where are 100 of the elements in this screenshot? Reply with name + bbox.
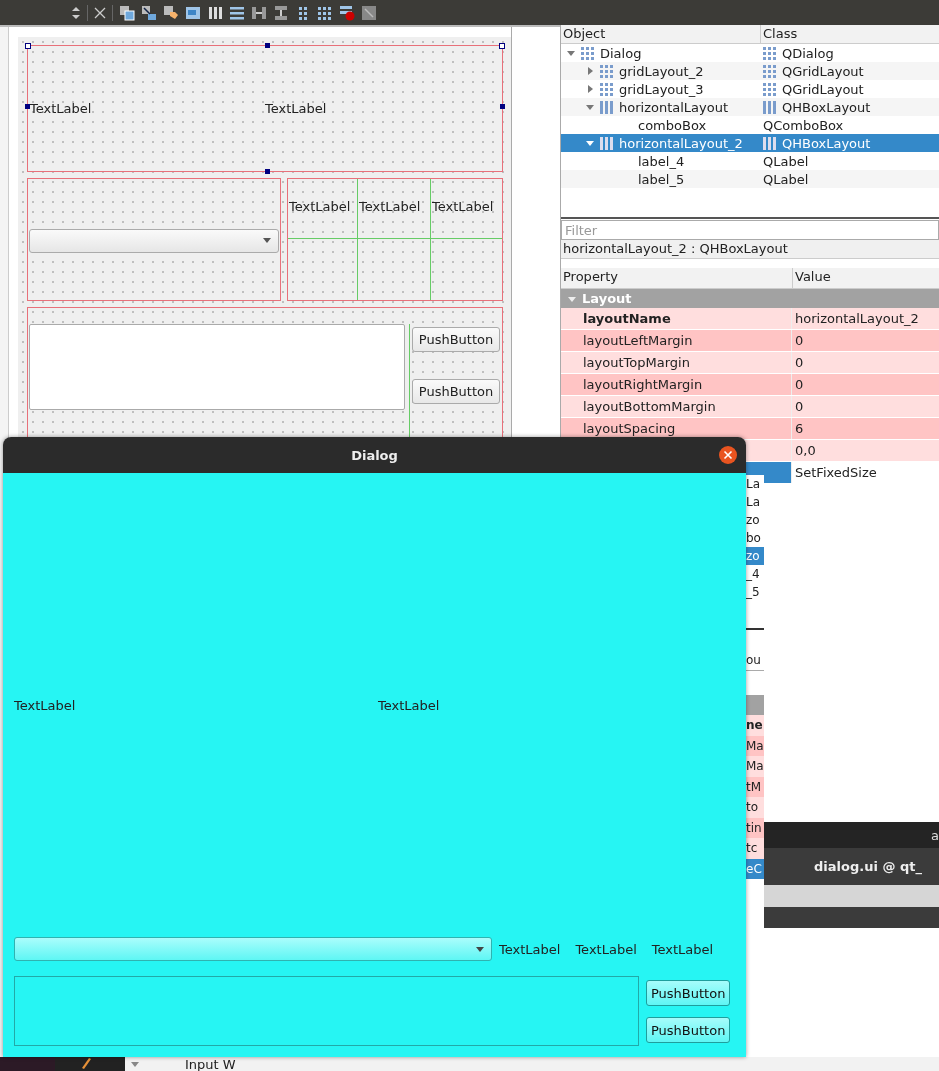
property-name-cell[interactable]: layoutBottomMargin	[561, 396, 792, 417]
property-value[interactable]: 6	[792, 418, 804, 439]
column-header[interactable]: Class	[761, 25, 798, 43]
expand-arrow-icon[interactable]	[567, 49, 575, 57]
columns-icon	[600, 136, 613, 150]
text-label: TextLabel	[30, 101, 92, 116]
selection-handle[interactable]	[25, 104, 30, 109]
object-name: gridLayout_2	[619, 63, 704, 79]
tree-row-fragment: zo	[746, 512, 761, 529]
columns-icon[interactable]	[207, 4, 223, 21]
grid-stop-icon[interactable]	[339, 4, 355, 21]
selection-handle[interactable]	[25, 43, 31, 49]
column-header[interactable]: Property	[561, 268, 793, 288]
collapse-arrow-icon[interactable]	[586, 85, 594, 93]
class-name: QGridLayout	[782, 63, 864, 79]
object-name: horizontalLayout_2	[619, 135, 743, 151]
class-name: QLabel	[763, 153, 809, 169]
property-name: layoutRightMargin	[583, 377, 703, 392]
text-label: TextLabel	[431, 179, 502, 239]
tree-row[interactable]: gridLayout_3 QGridLayout	[561, 80, 939, 98]
property-name-cell[interactable]: layoutRightMargin	[561, 374, 792, 395]
resize-icon[interactable]	[361, 4, 377, 21]
push-button[interactable]: PushButton	[646, 980, 731, 1006]
class-name: QHBoxLayout	[782, 135, 871, 151]
column-header[interactable]: Value	[793, 268, 831, 288]
tree-row[interactable]: gridLayout_2 QGridLayout	[561, 62, 939, 80]
property-name: layoutLeftMargin	[583, 333, 693, 348]
dropdown-arrow-icon	[476, 946, 484, 952]
object-caption: horizontalLayout_2 : QHBoxLayout	[561, 240, 939, 259]
push-button[interactable]: PushButton	[412, 327, 500, 352]
property-value[interactable]: 0,0	[792, 440, 816, 461]
text-label: TextLabel	[499, 941, 561, 957]
group-row-fragment	[746, 695, 764, 715]
property-value[interactable]: 0	[792, 396, 804, 417]
tag-icon[interactable]	[163, 4, 179, 21]
cross-icon[interactable]	[94, 6, 106, 19]
expand-arrow-icon[interactable]	[586, 139, 594, 147]
object-name: Dialog	[600, 45, 642, 61]
dropdown-arrow-icon[interactable]	[131, 1062, 139, 1067]
horizontal-splitter-icon[interactable]	[251, 4, 267, 21]
text-label: TextLabel	[288, 179, 358, 239]
property-value[interactable]: 0	[792, 374, 804, 395]
panel-title: Input W	[185, 1057, 236, 1071]
selection-handle[interactable]	[265, 43, 270, 48]
group-label: Layout	[582, 291, 632, 306]
property-value[interactable]: SetFixedSize	[792, 462, 877, 483]
tree-row[interactable]: horizontalLayout QHBoxLayout	[561, 98, 939, 116]
tree-row[interactable]: label_4 QLabel	[561, 152, 939, 170]
tree-row-fragment: bo	[746, 530, 762, 547]
property-value[interactable]: horizontalLayout_2	[792, 308, 919, 329]
tree-row[interactable]: horizontalLayout_2 QHBoxLayout	[561, 134, 939, 152]
columns-icon	[763, 100, 776, 114]
tree-row[interactable]: label_5 QLabel	[561, 170, 939, 188]
text-label: TextLabel	[378, 697, 440, 713]
object-name: label_4	[638, 153, 685, 169]
window-title: Dialog	[351, 447, 398, 463]
property-fragment: to	[746, 797, 764, 818]
class-name: QLabel	[763, 171, 809, 187]
grid-icon	[763, 46, 776, 60]
dropdown-arrow-icon	[263, 238, 271, 243]
tree-row-fragment: La	[746, 476, 762, 493]
sort-arrows-icon[interactable]	[71, 5, 81, 20]
text-label: TextLabel	[651, 941, 714, 957]
collapse-arrow-icon[interactable]	[586, 67, 594, 75]
filter-field[interactable]: Filter	[561, 220, 939, 240]
overlapping-squares-icon[interactable]	[119, 4, 135, 21]
vertical-splitter-icon[interactable]	[273, 4, 289, 21]
text-label: TextLabel	[575, 941, 637, 957]
property-value[interactable]: 0	[792, 352, 804, 373]
property-name: layoutTopMargin	[583, 355, 690, 370]
close-icon[interactable]	[719, 446, 737, 464]
arrow-squares-icon[interactable]	[141, 4, 157, 21]
selection-handle[interactable]	[499, 43, 505, 49]
push-button[interactable]: PushButton	[646, 1017, 731, 1043]
tree-row-fragment: zo	[746, 547, 764, 565]
tree-row[interactable]: Dialog QDialog	[561, 44, 939, 62]
text-label: TextLabel	[14, 697, 76, 713]
title-fragment: a	[931, 827, 939, 843]
rows-icon[interactable]	[229, 4, 245, 21]
property-name-cell[interactable]: layoutLeftMargin	[561, 330, 792, 351]
dense-grid-icon[interactable]	[317, 4, 333, 21]
window-title: dialog.ui @ qt_	[764, 848, 939, 885]
tree-row[interactable]: comboBox QComboBox	[561, 116, 939, 134]
selection-handle[interactable]	[265, 169, 270, 174]
expand-arrow-icon[interactable]	[586, 103, 594, 111]
object-name: comboBox	[638, 117, 707, 133]
text-label: TextLabel	[358, 179, 431, 239]
column-header[interactable]: Object	[561, 25, 761, 43]
selection-handle[interactable]	[500, 104, 505, 109]
property-fragment: Ma	[746, 735, 764, 756]
number-field-icon[interactable]	[185, 4, 201, 21]
tree-row-fragment: _5	[746, 584, 761, 601]
property-name-cell[interactable]: layoutName	[561, 308, 792, 329]
text-label: TextLabel	[265, 101, 327, 116]
property-name-cell[interactable]: layoutTopMargin	[561, 352, 792, 373]
grid-icon	[581, 46, 594, 60]
property-value[interactable]: 0	[792, 330, 804, 351]
push-button[interactable]: PushButton	[412, 379, 500, 404]
class-name: QDialog	[782, 45, 834, 61]
taskbar-button[interactable]	[55, 1057, 125, 1071]
